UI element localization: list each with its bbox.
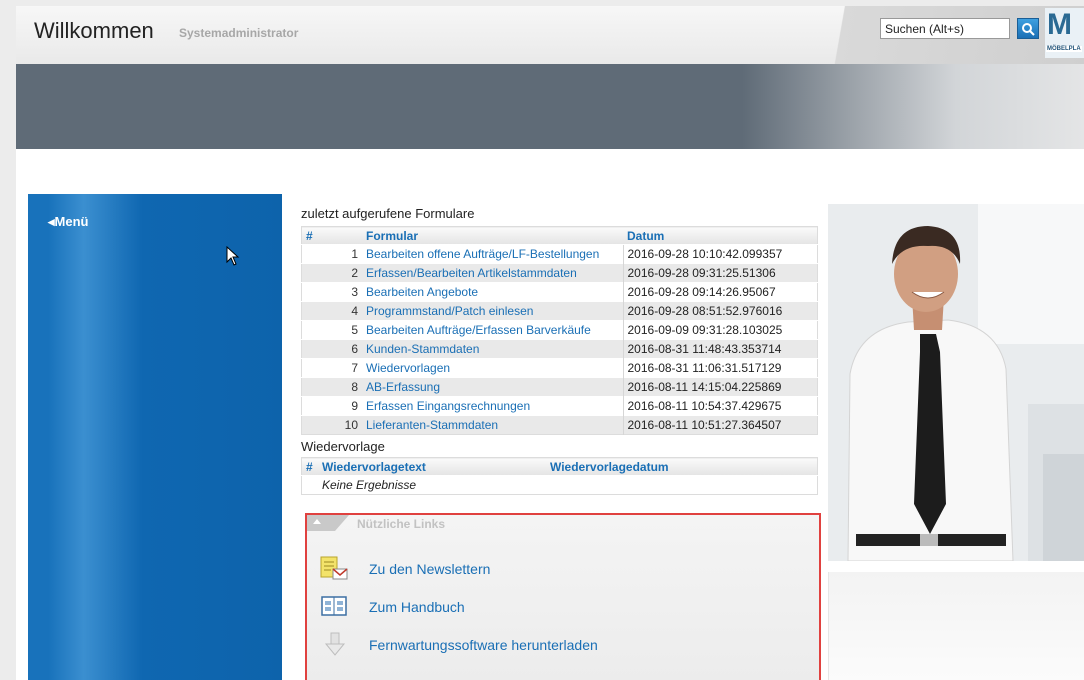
form-link[interactable]: Erfassen Eingangsrechnungen [362,396,623,416]
table-header-row: # Formular Datum [301,226,818,245]
menu-label: Menü [54,214,89,229]
form-date: 2016-09-28 09:31:25.51306 [622,263,818,283]
column-header-number[interactable]: # [301,226,362,245]
row-number: 5 [301,320,362,340]
mouse-cursor-icon [226,246,240,266]
useful-links-panel: Nützliche Links Zu den Newslettern Zum H… [305,513,821,680]
column-header-number[interactable]: # [301,457,318,476]
banner [16,64,1084,149]
row-number: 7 [301,358,362,378]
collapse-tab[interactable] [307,515,335,531]
row-number: 9 [301,396,362,416]
form-date: 2016-08-11 10:51:27.364507 [622,415,818,435]
table-row[interactable]: 8 AB-Erfassung 2016-08-11 14:15:04.225869 [301,377,818,397]
form-date: 2016-09-28 08:51:52.976016 [622,301,818,321]
table-row[interactable]: 3 Bearbeiten Angebote 2016-09-28 09:14:26.… [301,282,818,302]
column-header-form[interactable]: Formular [362,226,623,245]
collapse-arrow-icon[interactable] [313,519,321,524]
handbook-icon [321,596,347,616]
search-area: M MÖBELPLA [816,6,1084,64]
row-number: 3 [301,282,362,302]
newsletter-icon [320,556,348,580]
recent-forms-title: zuletzt aufgerufene Formulare [301,206,475,221]
table-row[interactable]: 6 Kunden-Stammdaten 2016-08-31 11:48:43.35… [301,339,818,359]
useful-links-header: Nützliche Links [307,515,819,531]
menu-button[interactable]: ◂Menü [48,214,88,230]
link-label[interactable]: Zu den Newslettern [369,561,490,577]
row-number: 2 [301,263,362,283]
empty-results: Keine Ergebnisse [301,475,818,495]
table-row[interactable]: 9 Erfassen Eingangsrechnungen 2016-08-11 1… [301,396,818,416]
table-row[interactable]: 4 Programmstand/Patch einlesen 2016-09-28 … [301,301,818,321]
reminders-table: # Wiedervorlagetext Wiedervorlagedatum K… [301,457,818,495]
row-number: 8 [301,377,362,397]
table-header-row: # Wiedervorlagetext Wiedervorlagedatum [301,457,818,476]
form-link[interactable]: Bearbeiten offene Aufträge/LF-Bestellung… [362,244,623,264]
search-input[interactable] [880,18,1010,39]
row-number: 4 [301,301,362,321]
form-link[interactable]: Lieferanten-Stammdaten [362,415,623,435]
form-link[interactable]: Bearbeiten Aufträge/Erfassen Barverkäufe [362,320,623,340]
table-row[interactable]: 1 Bearbeiten offene Aufträge/LF-Bestellun… [301,244,818,264]
form-link[interactable]: AB-Erfassung [362,377,623,397]
form-date: 2016-09-28 09:14:26.95067 [622,282,818,302]
form-link[interactable]: Programmstand/Patch einlesen [362,301,623,321]
logo-text: MÖBELPLA [1046,46,1082,52]
form-date: 2016-08-11 14:15:04.225869 [622,377,818,397]
form-date: 2016-09-28 10:10:42.099357 [622,244,818,264]
row-number: 6 [301,339,362,359]
main-content: zuletzt aufgerufene Formulare # Formular… [301,206,819,495]
row-number: 10 [301,415,362,435]
reminders-title: Wiedervorlage [301,439,385,454]
collapse-tab-corner [335,515,349,531]
form-date: 2016-08-31 11:06:31.517129 [622,358,818,378]
form-link[interactable]: Kunden-Stammdaten [362,339,623,359]
form-link[interactable]: Wiedervorlagen [362,358,623,378]
download-icon [324,632,346,656]
useful-links-title: Nützliche Links [357,517,446,531]
search-icon [1022,23,1035,36]
form-date: 2016-08-31 11:48:43.353714 [622,339,818,359]
link-label[interactable]: Zum Handbuch [369,599,465,615]
logo-mark: M [1047,8,1072,41]
recent-forms-table: # Formular Datum 1 Bearbeiten offene Auft… [301,226,818,435]
form-date: 2016-08-11 10:54:37.429675 [622,396,818,416]
company-logo: M MÖBELPLA [1045,8,1084,58]
welcome-photo [828,204,1084,561]
table-row: Keine Ergebnisse [301,475,818,495]
search-button[interactable] [1017,18,1039,39]
sidebar: ◂Menü [28,194,282,680]
header: Willkommen Systemadministrator M MÖBELPL… [16,6,1084,64]
table-row[interactable]: 2 Erfassen/Bearbeiten Artikelstammdaten 20… [301,263,818,283]
user-name: Systemadministrator [179,26,299,40]
column-header-reminder-date[interactable]: Wiedervorlagedatum [546,457,818,476]
side-panel [828,572,1084,680]
form-link[interactable]: Erfassen/Bearbeiten Artikelstammdaten [362,263,623,283]
column-header-reminder-text[interactable]: Wiedervorlagetext [318,457,546,476]
table-row[interactable]: 5 Bearbeiten Aufträge/Erfassen Barverkäuf… [301,320,818,340]
app-window: Willkommen Systemadministrator M MÖBELPL… [16,6,1084,680]
page-title: Willkommen [34,18,154,43]
link-label[interactable]: Fernwartungssoftware herunterladen [369,637,598,653]
recent-forms-body: 1 Bearbeiten offene Aufträge/LF-Bestellun… [301,244,818,435]
form-link[interactable]: Bearbeiten Angebote [362,282,623,302]
table-row[interactable]: 10 Lieferanten-Stammdaten 2016-08-11 10:51… [301,415,818,435]
column-header-date[interactable]: Datum [623,226,818,245]
businessman-illustration [828,204,1084,561]
form-date: 2016-09-09 09:31:28.103025 [622,320,818,340]
table-row[interactable]: 7 Wiedervorlagen 2016-08-31 11:06:31.51712… [301,358,818,378]
row-number: 1 [301,244,362,264]
